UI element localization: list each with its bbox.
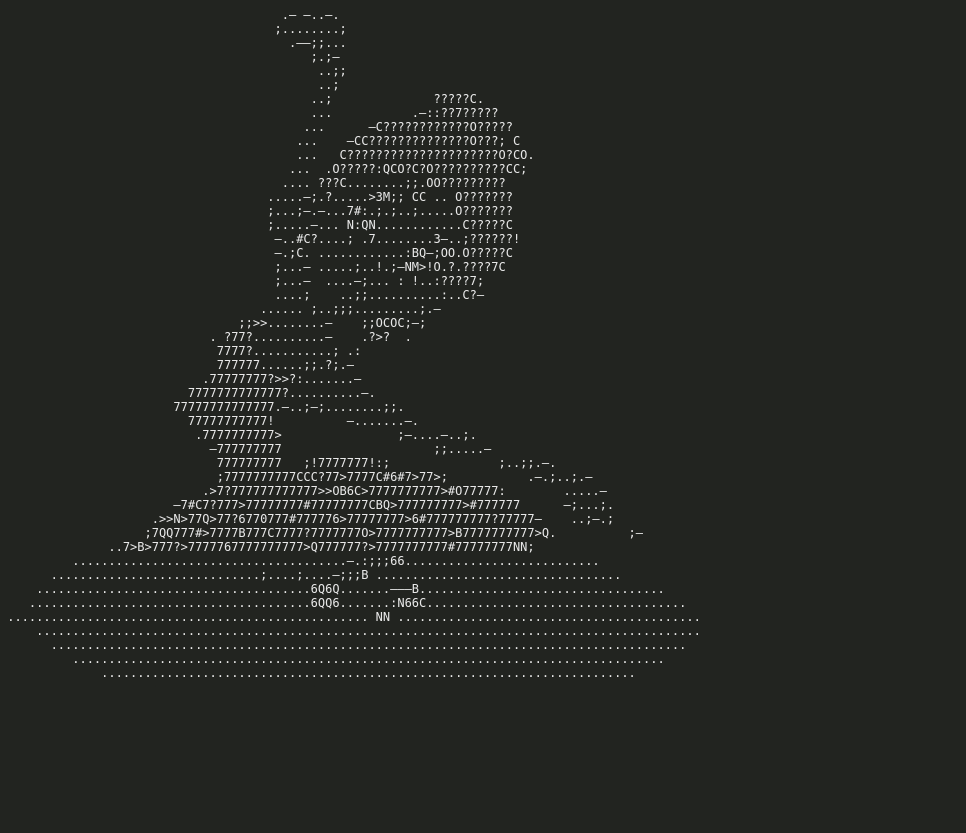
ascii-art-content: .– –..–. ;........; .––;;... ;.;– . xyxy=(0,8,701,680)
ascii-art-block: .– –..–. ;........; .––;;... ;.;– . xyxy=(0,0,966,680)
